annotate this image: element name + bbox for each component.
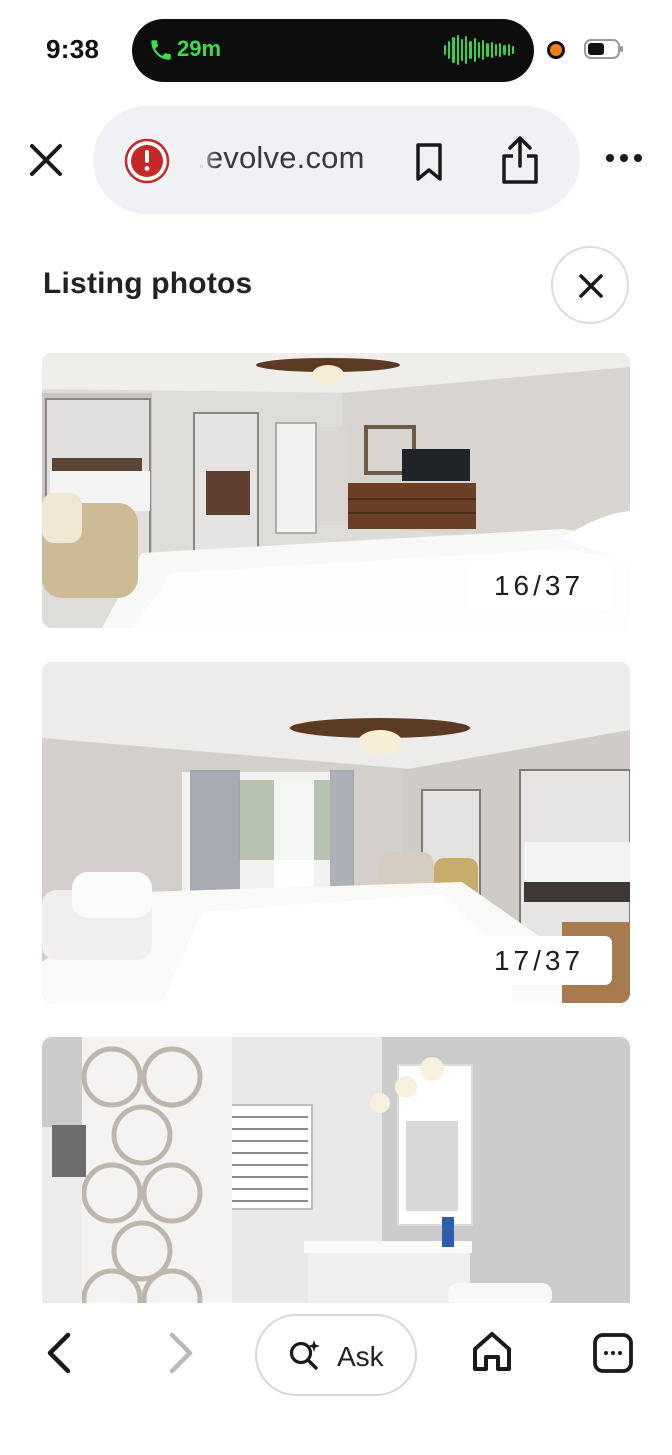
- ai-search-icon: [289, 1340, 320, 1370]
- photo-counter: 16/37: [466, 561, 612, 610]
- close-icon: [579, 274, 603, 298]
- status-time: 9:38: [46, 34, 100, 64]
- ask-label: Ask: [337, 1341, 384, 1372]
- bottom-toolbar: Ask: [0, 1303, 672, 1455]
- ask-button[interactable]: Ask: [255, 1314, 417, 1396]
- url-fade: [195, 134, 217, 186]
- battery-icon: [584, 39, 623, 59]
- bookmark-icon[interactable]: [409, 140, 449, 184]
- tabs-icon[interactable]: [591, 1331, 635, 1375]
- listing-photo[interactable]: 17/37: [42, 662, 630, 1003]
- more-icon[interactable]: [604, 152, 644, 164]
- dynamic-island-call[interactable]: 29m: [132, 19, 534, 82]
- photo-counter: 17/37: [466, 936, 612, 985]
- call-duration: 29m: [177, 36, 222, 61]
- address-bar[interactable]: .evolve.com: [93, 106, 580, 214]
- warning-icon[interactable]: [124, 138, 170, 184]
- audio-waveform-icon: [444, 35, 514, 65]
- status-bar: 9:38 29m: [0, 0, 672, 96]
- page-title: Listing photos: [43, 267, 253, 300]
- bathroom-photo-image: [42, 1037, 630, 1307]
- phone-icon: [151, 40, 171, 60]
- recording-dot-icon: [547, 41, 565, 59]
- close-gallery-button[interactable]: [551, 246, 629, 324]
- browser-toolbar: .evolve.com: [0, 104, 672, 216]
- chevron-right-icon[interactable]: [160, 1329, 202, 1377]
- home-icon[interactable]: [470, 1329, 514, 1375]
- chevron-left-icon[interactable]: [38, 1329, 80, 1377]
- listing-photo[interactable]: 16/37: [42, 353, 630, 628]
- url-domain: evolve.com: [205, 140, 365, 175]
- listing-photo[interactable]: [42, 1037, 630, 1307]
- close-icon[interactable]: [24, 138, 68, 182]
- share-icon[interactable]: [498, 134, 542, 186]
- url-text[interactable]: .evolve.com: [197, 140, 365, 176]
